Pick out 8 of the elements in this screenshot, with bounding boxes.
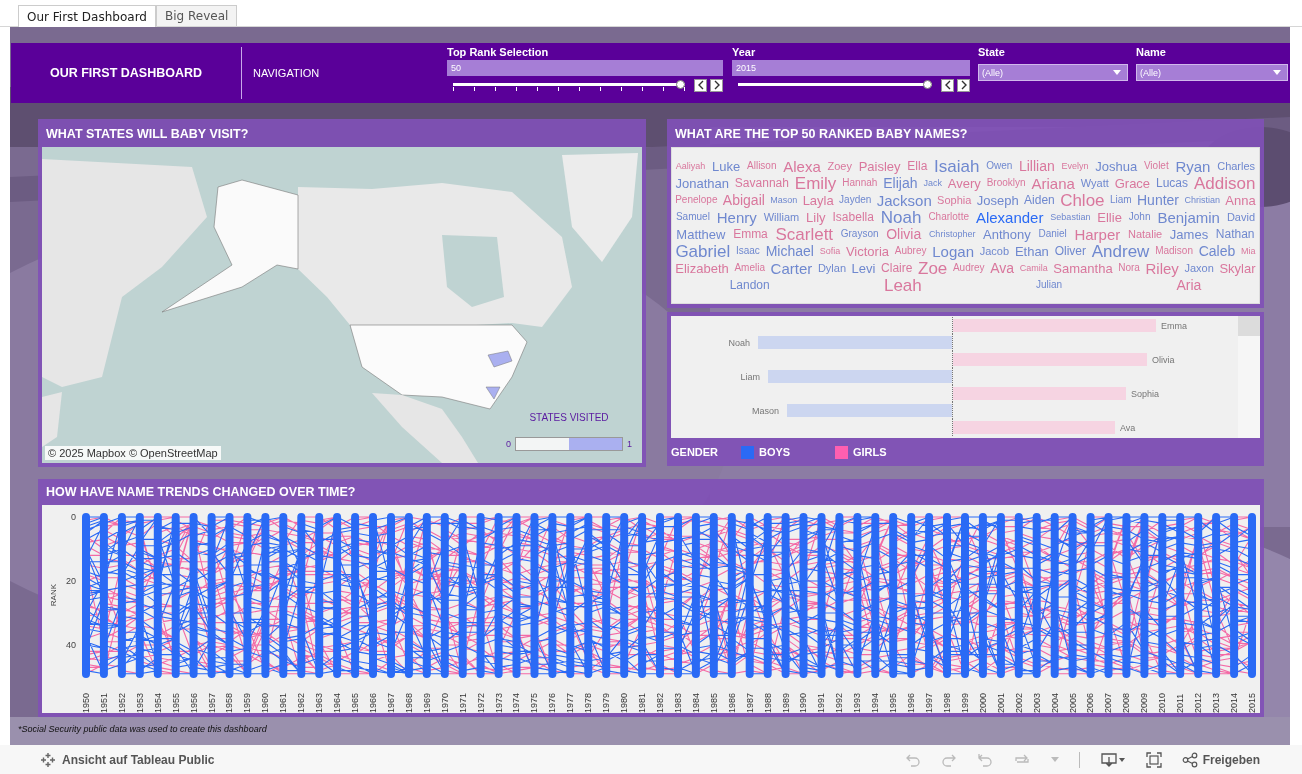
share-icon (1181, 751, 1198, 768)
download-icon[interactable] (1099, 751, 1126, 768)
fullscreen-icon[interactable] (1145, 751, 1162, 768)
plus-cluster-icon (40, 751, 56, 768)
sheet-tab[interactable]: Big Reveal (156, 5, 238, 26)
sheet-tab[interactable]: Our First Dashboard (18, 5, 156, 27)
view-link[interactable]: Ansicht auf Tableau Public (40, 751, 215, 768)
share-button[interactable]: Freigeben (1181, 751, 1260, 768)
